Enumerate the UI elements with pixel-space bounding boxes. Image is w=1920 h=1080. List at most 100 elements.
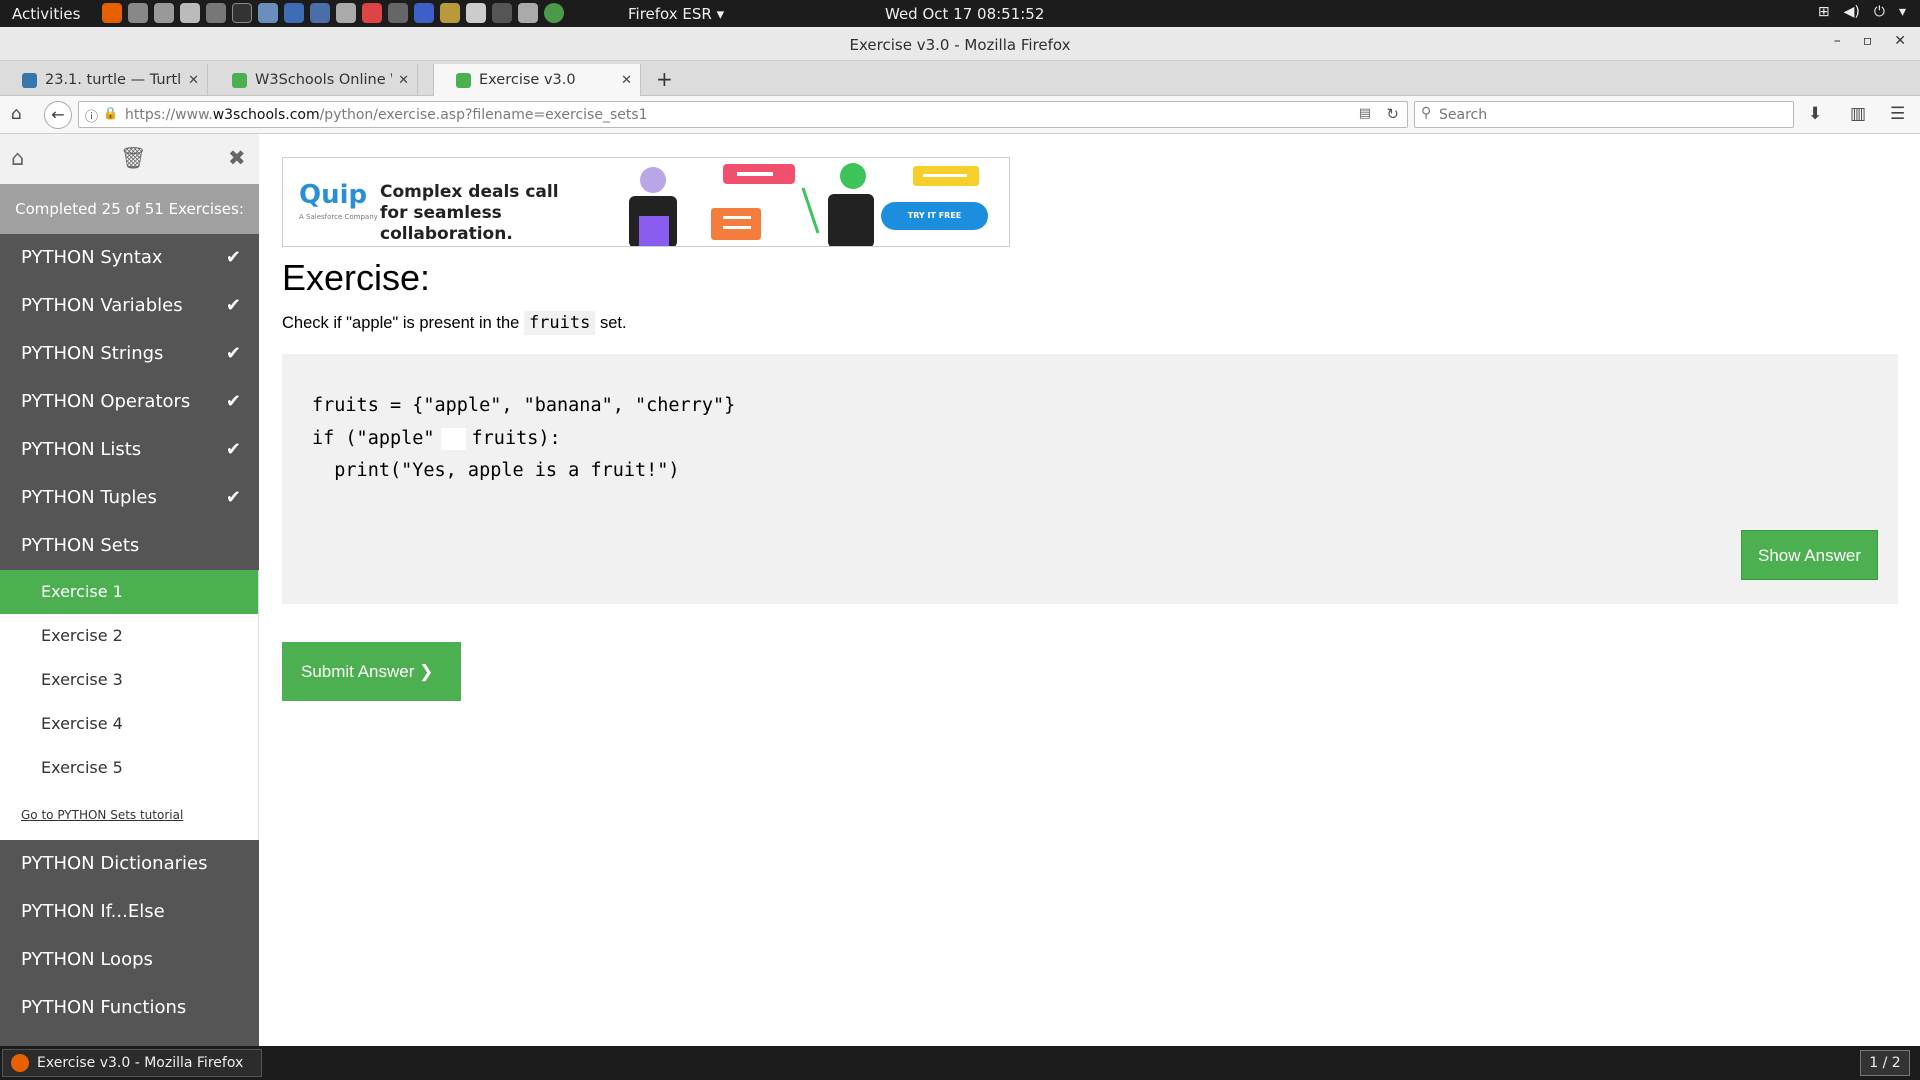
show-answer-button[interactable]: Show Answer (1741, 530, 1878, 580)
main-content: Quip A Salesforce Company Complex deals … (259, 134, 1920, 1046)
tutorial-link[interactable]: Go to PYTHON Sets tutorial (0, 790, 258, 840)
code-line-2-end: fruits): (471, 427, 561, 449)
globe-launcher-icon[interactable] (544, 3, 564, 23)
home-icon[interactable]: ⌂ (11, 104, 22, 124)
url-bar[interactable]: ⓘ 🔒 https://www.w3schools.com/python/exe… (78, 101, 1408, 128)
close-window-button[interactable]: ✕ (1894, 33, 1906, 49)
tab-turtle-docs[interactable]: 23.1. turtle — Turtle ... ✕ (0, 64, 208, 96)
check-icon: ✔ (225, 439, 241, 460)
close-icon[interactable]: ✖ (228, 146, 246, 170)
tab-label: W3Schools Online W... (255, 72, 392, 88)
submit-answer-button[interactable]: Submit Answer ❯ (282, 642, 461, 701)
hamburger-menu-icon[interactable]: ☰ (1890, 104, 1905, 124)
exercise-1-link[interactable]: Exercise 1 (0, 570, 258, 614)
sidebar-item-syntax[interactable]: PYTHON Syntax ✔ (0, 234, 259, 282)
close-tab-icon[interactable]: ✕ (621, 73, 632, 88)
trash-icon[interactable]: 🗑 (120, 146, 147, 171)
calculator-launcher-icon[interactable] (310, 3, 330, 23)
window-taskbar: Exercise v3.0 - Mozilla Firefox 1 / 2 (0, 1046, 1920, 1080)
sidebar-item-dictionaries[interactable]: PYTHON Dictionaries (0, 840, 259, 888)
pictures-launcher-icon[interactable] (258, 3, 278, 23)
inline-code: fruits (523, 311, 596, 335)
sidebar-item-loops[interactable]: PYTHON Loops (0, 936, 259, 984)
exercise-3-link[interactable]: Exercise 3 (0, 658, 258, 702)
terminal-launcher-icon[interactable] (232, 3, 252, 23)
check-icon: ✔ (225, 295, 241, 316)
maximize-button[interactable]: ▫ (1863, 33, 1873, 49)
search-bar[interactable]: ⚲ (1414, 101, 1794, 128)
home-launcher-icon[interactable] (128, 3, 148, 23)
ad-brand-sub: A Salesforce Company (299, 213, 378, 221)
taskbar-firefox-window[interactable]: Exercise v3.0 - Mozilla Firefox (2, 1049, 262, 1077)
app-menu[interactable]: Firefox ESR ▾ (628, 5, 724, 23)
close-tab-icon[interactable]: ✕ (398, 73, 409, 88)
code-line-1: fruits = {"apple", "banana", "cherry"} (312, 395, 736, 416)
check-icon: ✔ (225, 391, 241, 412)
editor-launcher-icon[interactable] (180, 3, 200, 23)
w3schools-favicon-icon (232, 72, 247, 88)
sidebar-item-functions[interactable]: PYTHON Functions (0, 984, 259, 1032)
tools-launcher-icon[interactable] (518, 3, 538, 23)
sidebar-item-lists[interactable]: PYTHON Lists ✔ (0, 426, 259, 474)
lock-icon: 🔒 (103, 106, 118, 120)
python-favicon-icon (22, 72, 37, 88)
reader-view-icon[interactable]: ▤ (1359, 106, 1371, 121)
exercise-2-link[interactable]: Exercise 2 (0, 614, 258, 658)
tab-w3schools[interactable]: W3Schools Online W... ✕ (210, 64, 418, 96)
window-title: Exercise v3.0 - Mozilla Firefox (849, 36, 1071, 54)
sidebar-item-label: PYTHON Syntax (21, 247, 163, 268)
workspace-pager[interactable]: 1 / 2 (1860, 1050, 1910, 1076)
spreadsheet-launcher-icon[interactable] (466, 3, 486, 23)
exercise-instruction: Check if "apple" is present in the fruit… (282, 311, 627, 335)
sidebar-item-tuples[interactable]: PYTHON Tuples ✔ (0, 474, 259, 522)
tab-exercise[interactable]: Exercise v3.0 ✕ (433, 64, 641, 96)
url-text[interactable]: https://www.w3schools.com/python/exercis… (125, 107, 648, 123)
sidebar-item-sets[interactable]: PYTHON Sets (0, 522, 259, 570)
sets-exercise-list: Exercise 1 Exercise 2 Exercise 3 Exercis… (0, 570, 259, 840)
firefox-launcher-icon[interactable] (102, 3, 122, 23)
w3schools-favicon-icon (456, 72, 471, 88)
back-button[interactable]: ← (44, 101, 72, 129)
ad-headline: Complex deals call for seamless collabor… (380, 182, 559, 244)
clock[interactable]: Wed Oct 17 08:51:52 (885, 5, 1044, 23)
sidebar-toggle-icon[interactable]: ▥ (1850, 104, 1866, 124)
check-icon: ✔ (225, 487, 241, 508)
close-tab-icon[interactable]: ✕ (188, 73, 199, 88)
reload-icon[interactable]: ↻ (1386, 105, 1399, 123)
system-tray[interactable]: ⊞ ◀) ⏻ ▾ (1818, 4, 1906, 20)
ad-cta-button[interactable]: TRY IT FREE (881, 202, 988, 230)
answer-input[interactable] (440, 427, 466, 450)
activities-button[interactable]: Activities (12, 5, 80, 23)
vm-launcher-icon[interactable] (492, 3, 512, 23)
launcher-icons (102, 3, 564, 23)
power-icon: ⏻ (1873, 4, 1885, 20)
minimize-button[interactable]: – (1834, 33, 1841, 49)
tab-label: Exercise v3.0 (479, 72, 576, 88)
new-tab-button[interactable]: + (656, 67, 673, 91)
sidebar-item-if-else[interactable]: PYTHON If...Else (0, 888, 259, 936)
exercise-4-link[interactable]: Exercise 4 (0, 702, 258, 746)
progress-text: Completed 25 of 51 Exercises: (0, 184, 259, 234)
taskbar-window-label: Exercise v3.0 - Mozilla Firefox (37, 1055, 244, 1071)
search-icon: ⚲ (1421, 105, 1432, 121)
sidebar-item-variables[interactable]: PYTHON Variables ✔ (0, 282, 259, 330)
exercise-5-link[interactable]: Exercise 5 (0, 746, 258, 790)
home-icon[interactable]: ⌂ (11, 146, 24, 170)
info-icon[interactable]: ⓘ (85, 106, 98, 125)
sidebar-item-operators[interactable]: PYTHON Operators ✔ (0, 378, 259, 426)
advertisement-banner[interactable]: Quip A Salesforce Company Complex deals … (282, 157, 1010, 247)
help-launcher-icon[interactable] (362, 3, 382, 23)
browser-launcher-icon[interactable] (414, 3, 434, 23)
ad-brand-logo: Quip (299, 180, 368, 210)
chevron-down-icon: ▾ (1898, 4, 1906, 20)
sidebar-item-strings[interactable]: PYTHON Strings ✔ (0, 330, 259, 378)
downloads-icon[interactable]: ⬇ (1808, 104, 1822, 124)
settings-launcher-icon[interactable] (154, 3, 174, 23)
network-launcher-icon[interactable] (388, 3, 408, 23)
chess-launcher-icon[interactable] (206, 3, 226, 23)
screenshot-launcher-icon[interactable] (336, 3, 356, 23)
volume-icon: ◀) (1843, 4, 1860, 20)
search-input[interactable] (1439, 105, 1779, 125)
document-launcher-icon[interactable] (284, 3, 304, 23)
gimp-launcher-icon[interactable] (440, 3, 460, 23)
